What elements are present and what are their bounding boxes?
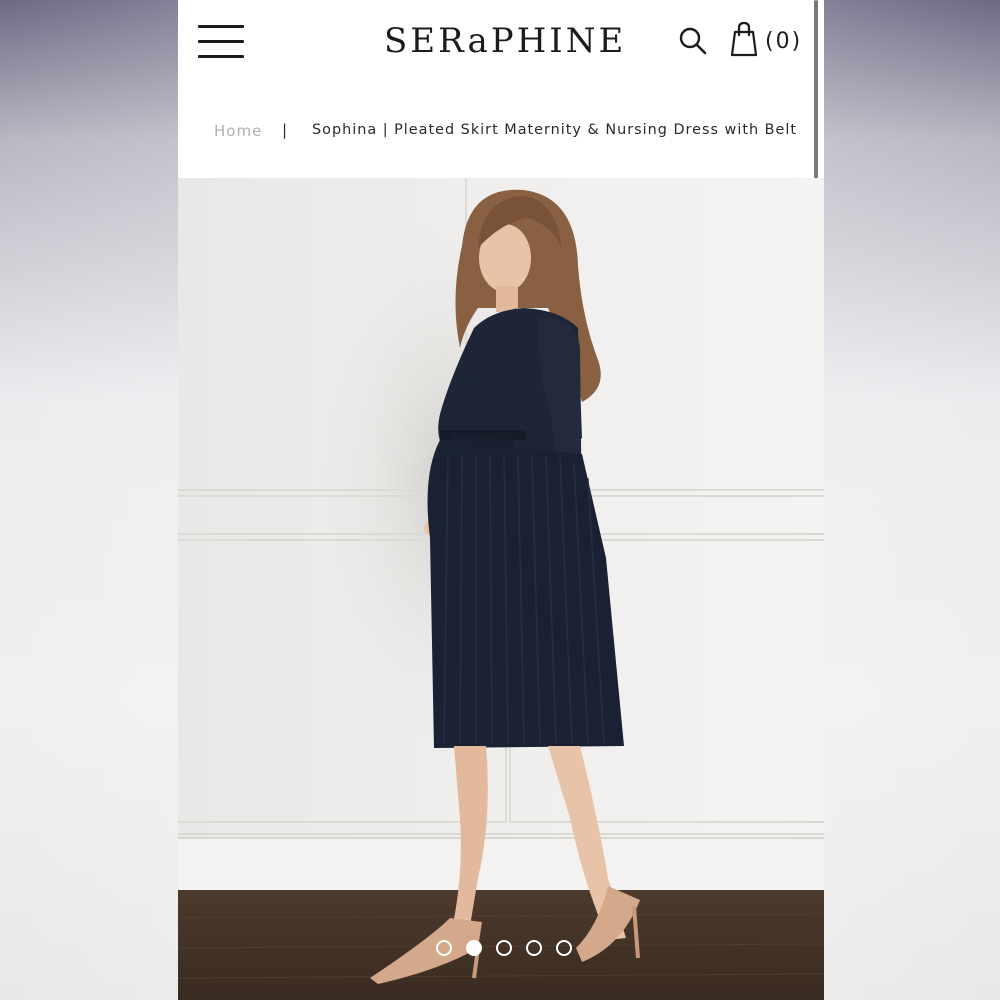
carousel-dot[interactable] xyxy=(496,940,512,956)
cart-count[interactable]: (0) xyxy=(765,27,805,57)
breadcrumb-current-page: Sophina | Pleated Skirt Maternity & Nurs… xyxy=(312,122,798,138)
background-left xyxy=(0,0,178,1000)
product-image[interactable] xyxy=(178,178,824,1000)
brand-logo[interactable]: SERaPHINE xyxy=(384,20,623,62)
phone-screen: SERaPHINE (0) Home | Sophina | Pleated S… xyxy=(178,0,824,1000)
breadcrumb: Home | Sophina | Pleated Skirt Maternity… xyxy=(178,118,824,146)
breadcrumb-home-link[interactable]: Home xyxy=(214,122,262,140)
menu-icon[interactable] xyxy=(198,25,244,61)
shopping-bag-icon[interactable] xyxy=(729,21,759,57)
carousel-dots xyxy=(436,940,576,962)
carousel-dot[interactable] xyxy=(466,940,482,956)
carousel-dot[interactable] xyxy=(556,940,572,956)
carousel-dot[interactable] xyxy=(436,940,452,956)
breadcrumb-separator: | xyxy=(282,121,289,139)
carousel-dot[interactable] xyxy=(526,940,542,956)
background-right xyxy=(824,0,1000,1000)
search-icon[interactable] xyxy=(678,26,708,56)
site-header: SERaPHINE (0) xyxy=(178,0,824,82)
